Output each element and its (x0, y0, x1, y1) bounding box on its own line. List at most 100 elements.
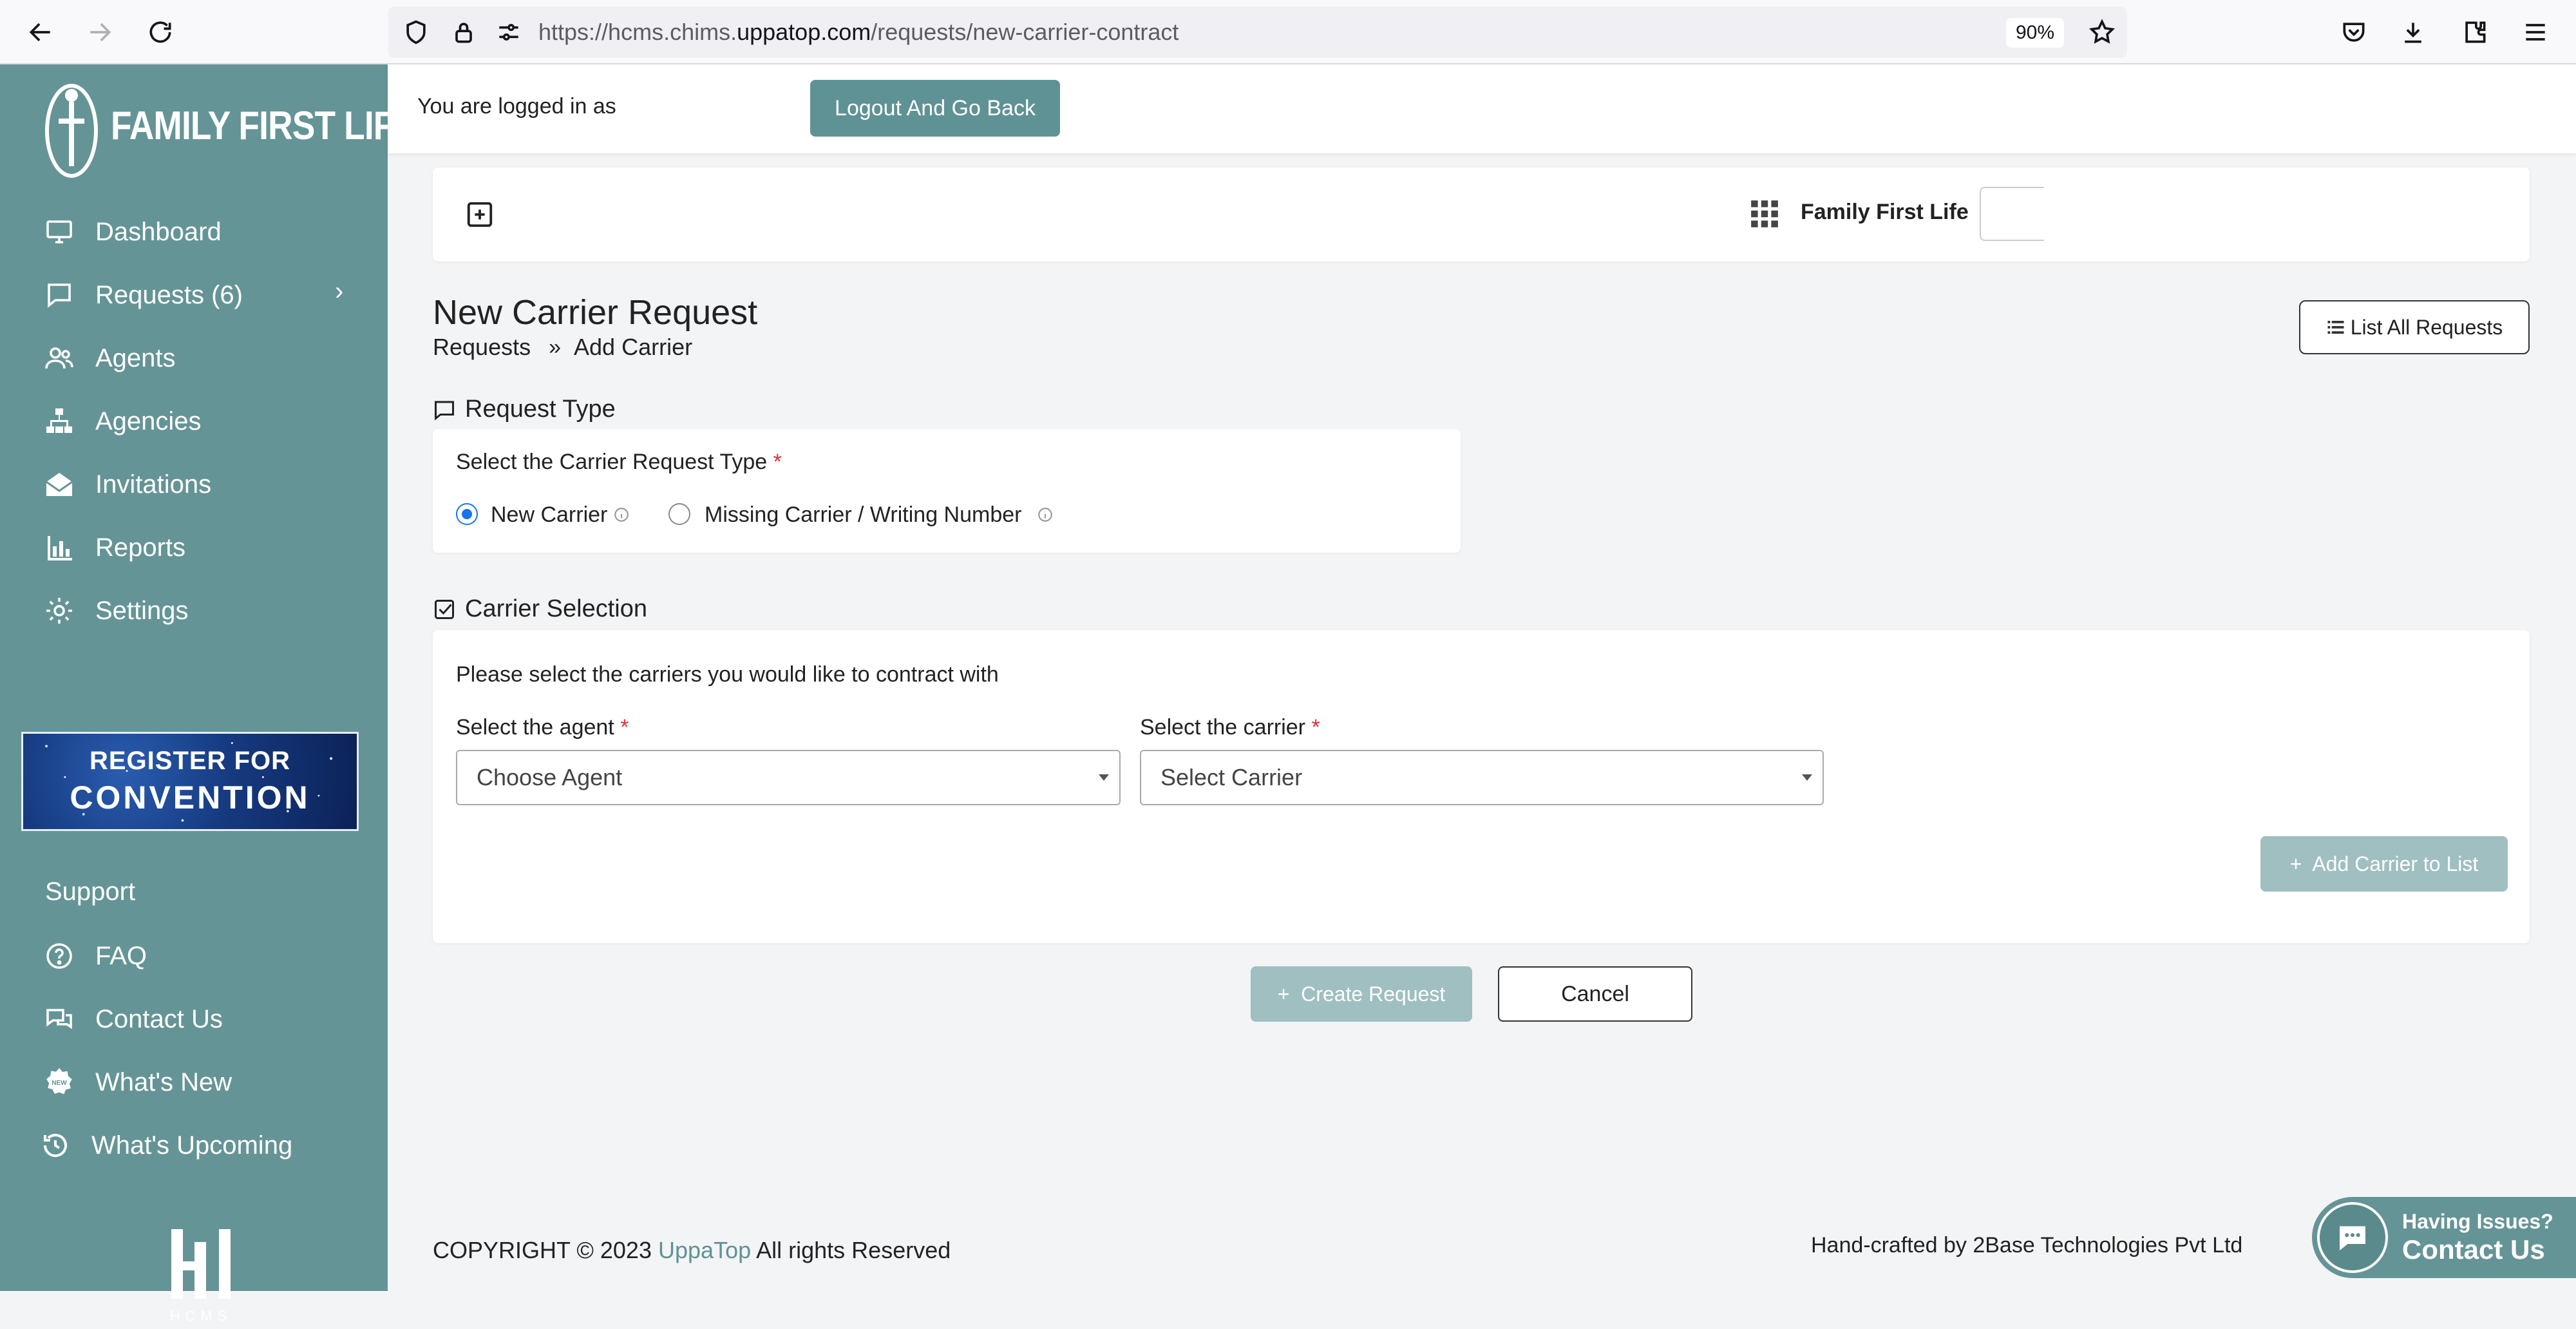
sidebar-item-requests[interactable]: Requests (6) (43, 272, 352, 318)
bookmark-star-icon[interactable] (2086, 16, 2118, 48)
uppatop-link[interactable]: UppaTop (658, 1237, 751, 1263)
radio-new-carrier[interactable] (456, 503, 478, 525)
footer-credit: Hand-crafted by 2Base Technologies Pvt L… (1811, 1233, 2243, 1257)
agent-label: Select the agent * (456, 715, 629, 740)
sidebar-item-contact-us[interactable]: Contact Us (43, 997, 223, 1042)
list-all-requests-button[interactable]: List All Requests (2299, 300, 2530, 354)
carrier-selection-heading-text: Carrier Selection (465, 595, 647, 622)
svg-text:NEW: NEW (52, 1080, 67, 1087)
sidebar-item-label: Invitations (95, 470, 212, 499)
agent-label-text: Select the agent (456, 715, 614, 740)
monitor-icon (43, 215, 76, 249)
help-line1: Having Issues? (2402, 1210, 2553, 1233)
sidebar-item-label: Dashboard (95, 217, 222, 246)
agent-select[interactable]: Choose Agent (456, 750, 1121, 805)
sidebar-item-faq[interactable]: FAQ (43, 933, 147, 979)
request-type-label-text: Select the Carrier Request Type (456, 450, 768, 474)
sidebar-item-invitations[interactable]: Invitations (43, 462, 211, 507)
envelope-open-icon (43, 468, 76, 501)
info-icon[interactable] (613, 506, 630, 523)
caret-down-icon (1802, 774, 1812, 781)
zoom-level[interactable]: 90% (2006, 18, 2064, 48)
logo-emblem-icon (45, 84, 98, 178)
browser-toolbar: https://hcms.chims.uppatop.com/requests/… (0, 0, 2576, 64)
reload-icon[interactable] (144, 16, 176, 48)
extensions-icon[interactable] (2459, 16, 2491, 48)
address-bar[interactable]: https://hcms.chims.uppatop.com/requests/… (388, 6, 2127, 58)
cancel-button[interactable]: Cancel (1498, 966, 1692, 1022)
sidebar-item-label: Reports (95, 533, 186, 562)
url-text[interactable]: https://hcms.chims.uppatop.com/requests/… (538, 6, 1179, 58)
add-carrier-button[interactable]: + Add Carrier to List (2260, 836, 2508, 892)
sidebar-item-label: Requests (6) (95, 280, 243, 309)
sidebar-item-label: FAQ (95, 941, 147, 970)
breadcrumb-requests-link[interactable]: Requests (433, 334, 531, 361)
sidebar-item-label: Contact Us (95, 1004, 223, 1033)
help-line2: Contact Us (2402, 1234, 2545, 1265)
organization-selector[interactable] (1980, 187, 2044, 241)
lock-icon[interactable] (448, 16, 480, 48)
gear-icon (43, 594, 76, 627)
chat-support-icon (2317, 1202, 2388, 1273)
sidebar-item-reports[interactable]: Reports (43, 525, 185, 570)
agent-select-value: Choose Agent (477, 764, 623, 790)
sidebar-item-agencies[interactable]: Agencies (43, 399, 202, 444)
carrier-select-value: Select Carrier (1160, 764, 1303, 790)
list-icon (2327, 321, 2344, 334)
carrier-selection-heading: Carrier Selection (433, 595, 647, 623)
radio-missing-carrier[interactable] (668, 503, 690, 525)
help-contact-widget[interactable]: Having Issues? Contact Us (2312, 1197, 2576, 1278)
banner-line2: CONVENTION (70, 779, 310, 816)
carrier-selection-card: Please select the carriers you would lik… (433, 630, 2530, 943)
required-marker: * (1311, 715, 1320, 740)
plus-icon: + (1277, 982, 1290, 1006)
sidebar-item-label: Settings (95, 596, 189, 625)
family-first-life-logo[interactable]: FAMILY FIRST LIFE (43, 70, 417, 182)
request-type-card: Select the Carrier Request Type * New Ca… (433, 429, 1461, 553)
sidebar-item-dashboard[interactable]: Dashboard (43, 209, 222, 254)
request-type-label: Select the Carrier Request Type * (456, 450, 782, 475)
rights-text: All rights Reserved (756, 1237, 951, 1263)
sidebar-item-settings[interactable]: Settings (43, 588, 189, 633)
copyright-text: COPYRIGHT © 2023 (433, 1237, 652, 1263)
carrier-select[interactable]: Select Carrier (1140, 750, 1824, 805)
history-icon (39, 1129, 72, 1162)
question-circle-icon (43, 939, 76, 973)
sidebar-item-whats-upcoming[interactable]: What's Upcoming (39, 1123, 292, 1168)
support-heading: Support (45, 877, 136, 906)
sidebar-item-whats-new[interactable]: NEW What's New (43, 1060, 232, 1105)
chevron-right-icon[interactable]: › (335, 277, 343, 306)
sidebar-item-label: What's New (95, 1067, 232, 1096)
add-carrier-label: Add Carrier to List (2312, 852, 2479, 875)
sidebar-item-agents[interactable]: Agents (43, 336, 176, 381)
shield-icon[interactable] (400, 16, 432, 48)
double-chevron-icon: » (549, 334, 562, 359)
sidebar: FAMILY FIRST LIFE Dashboard Requests (6)… (0, 64, 417, 1324)
request-type-heading-text: Request Type (465, 396, 616, 423)
radio-missing-carrier-label[interactable]: Missing Carrier / Writing Number (705, 502, 1021, 528)
top-header: You are logged in as Logout And Go Back (388, 64, 2576, 153)
organization-name: Family First Life (1801, 200, 1969, 224)
radio-new-carrier-label[interactable]: New Carrier (491, 502, 607, 528)
create-request-button[interactable]: + Create Request (1251, 966, 1472, 1022)
org-toolbar: Family First Life (433, 167, 2530, 262)
sidebar-item-label: What's Upcoming (91, 1131, 293, 1160)
sidebar-item-label: Agents (95, 343, 176, 372)
plus-square-icon[interactable] (465, 200, 495, 229)
bar-chart-icon (43, 531, 76, 564)
permissions-icon[interactable] (493, 16, 525, 48)
forward-arrow-icon[interactable] (84, 16, 116, 48)
list-all-requests-label: List All Requests (2350, 315, 2503, 339)
menu-icon[interactable] (2519, 16, 2552, 48)
chat-icon (43, 278, 76, 312)
apps-grid-icon[interactable] (1748, 198, 1781, 230)
back-arrow-icon[interactable] (24, 16, 57, 48)
request-type-heading: Request Type (433, 396, 616, 423)
info-icon[interactable] (1037, 506, 1054, 523)
create-request-label: Create Request (1301, 982, 1446, 1006)
download-icon[interactable] (2397, 16, 2429, 48)
logged-in-text: You are logged in as (417, 94, 616, 119)
register-convention-banner[interactable]: REGISTER FOR CONVENTION (21, 732, 359, 831)
pocket-icon[interactable] (2338, 16, 2370, 48)
logout-button[interactable]: Logout And Go Back (810, 80, 1060, 137)
